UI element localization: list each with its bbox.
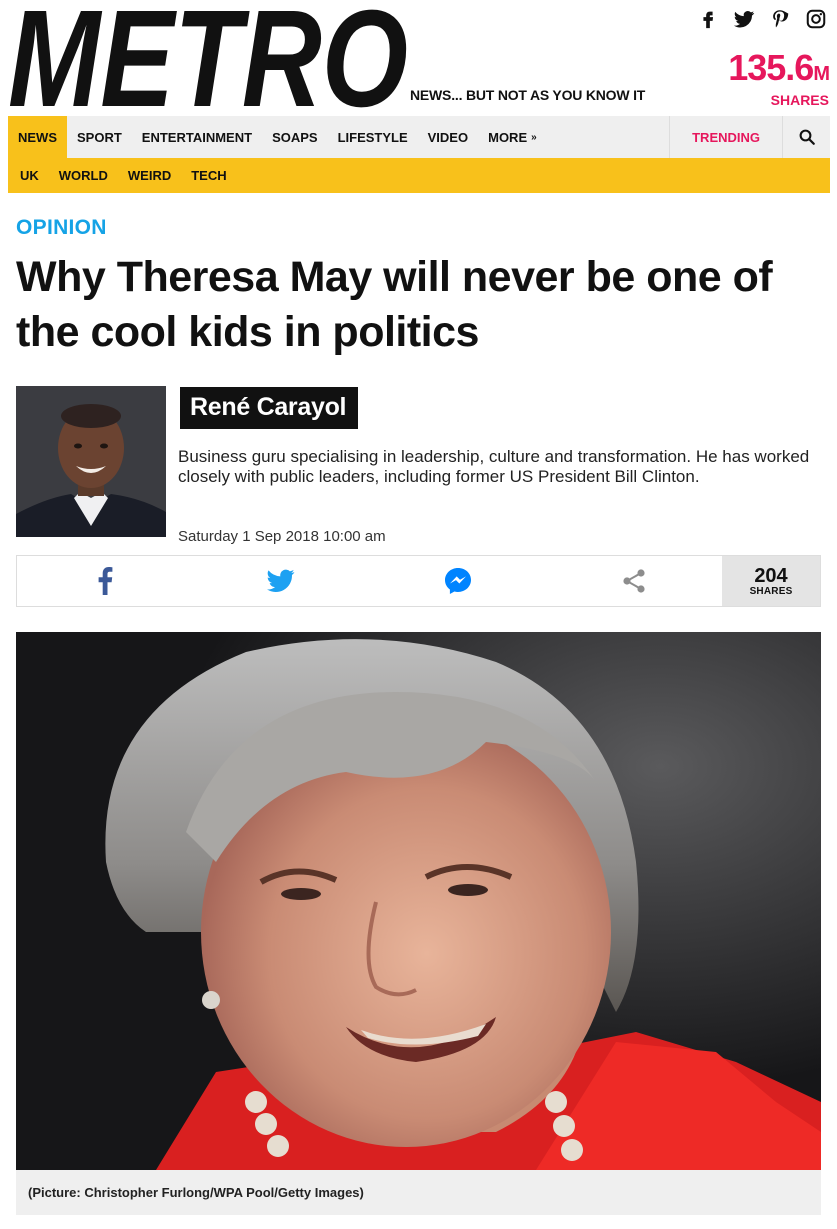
facebook-icon[interactable] — [697, 8, 719, 30]
author-bio: Business guru specialising in leadership… — [178, 447, 810, 486]
share-total-number: 204 — [754, 564, 788, 587]
pinterest-icon[interactable] — [769, 8, 791, 30]
primary-nav: NEWS SPORT ENTERTAINMENT SOAPS LIFESTYLE… — [8, 116, 830, 158]
share-twitter-button[interactable] — [193, 556, 369, 606]
metro-logo[interactable]: METRO — [8, 2, 410, 110]
chevron-down-icon: » — [531, 131, 537, 143]
trending-link[interactable]: TRENDING — [669, 116, 782, 158]
share-messenger-button[interactable] — [370, 556, 546, 606]
secondary-nav: UK WORLD WEIRD TECH — [8, 158, 830, 193]
share-total: 204 SHARES — [722, 556, 820, 606]
site-header: METRO NEWS... BUT NOT AS YOU KNOW IT 135… — [0, 0, 837, 116]
site-share-number: 135.6 — [728, 47, 814, 88]
subnav-item-tech[interactable]: TECH — [181, 158, 236, 193]
twitter-icon — [267, 569, 295, 592]
svg-text:METRO: METRO — [8, 2, 408, 110]
author-name[interactable]: René Carayol — [180, 387, 359, 429]
social-links — [697, 8, 827, 30]
subnav-item-weird[interactable]: WEIRD — [118, 158, 181, 193]
nav-item-sport[interactable]: SPORT — [67, 116, 132, 158]
nav-item-soaps[interactable]: SOAPS — [262, 116, 328, 158]
nav-more-label: MORE — [488, 129, 528, 145]
nav-item-entertainment[interactable]: ENTERTAINMENT — [132, 116, 262, 158]
instagram-icon[interactable] — [805, 8, 827, 30]
article-date: Saturday 1 Sep 2018 10:00 am — [178, 528, 386, 545]
search-button[interactable] — [782, 116, 830, 158]
site-share-count: 135.6M SHARES — [728, 47, 830, 109]
nav-item-news[interactable]: NEWS — [8, 116, 67, 158]
facebook-icon — [98, 567, 113, 595]
subnav-item-uk[interactable]: UK — [10, 158, 49, 193]
nav-item-lifestyle[interactable]: LIFESTYLE — [328, 116, 418, 158]
twitter-icon[interactable] — [733, 8, 755, 30]
image-caption: (Picture: Christopher Furlong/WPA Pool/G… — [16, 1170, 821, 1215]
article-hero-image[interactable] — [16, 632, 821, 1170]
nav-item-video[interactable]: VIDEO — [418, 116, 478, 158]
subnav-item-world[interactable]: WORLD — [49, 158, 118, 193]
article-kicker[interactable]: OPINION — [16, 216, 107, 240]
share-total-label: SHARES — [749, 585, 793, 597]
share-bar: 204 SHARES — [16, 555, 821, 607]
share-facebook-button[interactable] — [17, 556, 193, 606]
nav-item-more[interactable]: MORE » — [478, 116, 547, 158]
messenger-icon — [444, 568, 471, 594]
article-headline: Why Theresa May will never be one of the… — [16, 253, 773, 356]
share-more-button[interactable] — [546, 556, 722, 606]
site-share-label: SHARES — [770, 92, 829, 108]
search-icon — [799, 129, 815, 145]
site-tagline: NEWS... BUT NOT AS YOU KNOW IT — [410, 87, 646, 103]
author-avatar[interactable] — [16, 386, 166, 537]
share-icon — [623, 569, 645, 593]
site-share-suffix: M — [813, 63, 830, 85]
